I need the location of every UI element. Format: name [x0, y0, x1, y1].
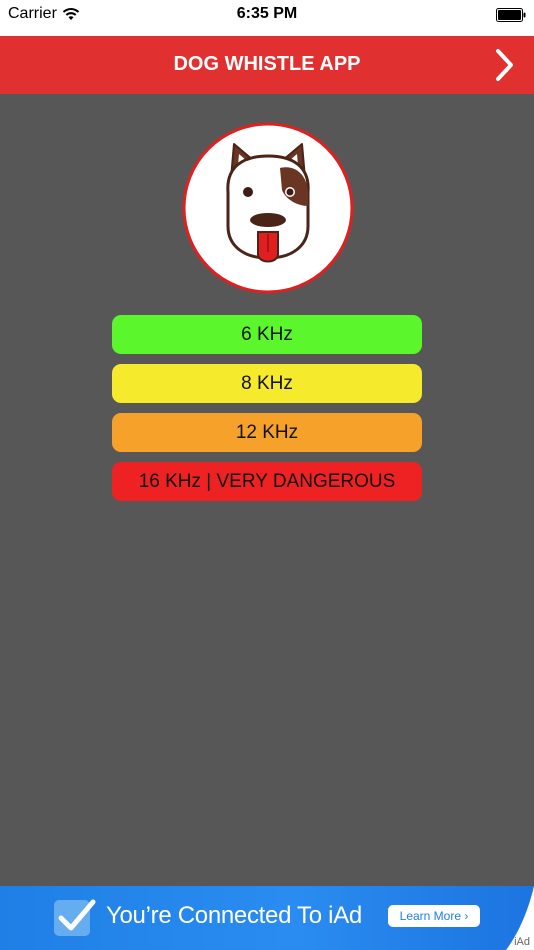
clock: 6:35 PM: [236, 5, 298, 22]
iad-mark: iAd: [514, 936, 530, 948]
app-header: DOG WHISTLE APP: [0, 36, 534, 94]
dog-face-icon[interactable]: [182, 122, 354, 294]
freq-16khz-button[interactable]: 16 KHz | VERY DANGEROUS: [112, 462, 422, 501]
freq-12khz-button[interactable]: 12 KHz: [112, 413, 422, 452]
page-title: DOG WHISTLE APP: [173, 53, 361, 75]
chevron-right-icon[interactable]: [494, 48, 516, 82]
iad-banner[interactable]: You’re Connected To iAd Learn More › iAd: [0, 886, 534, 950]
checkmark-icon: [54, 899, 96, 936]
learn-more-button[interactable]: Learn More ›: [388, 905, 480, 927]
battery-icon: [496, 8, 526, 22]
freq-8khz-button[interactable]: 8 KHz: [112, 364, 422, 403]
freq-6khz-button[interactable]: 6 KHz: [112, 315, 422, 354]
ad-message: You’re Connected To iAd: [106, 902, 362, 929]
status-bar: Carrier 6:35 PM: [0, 0, 534, 36]
